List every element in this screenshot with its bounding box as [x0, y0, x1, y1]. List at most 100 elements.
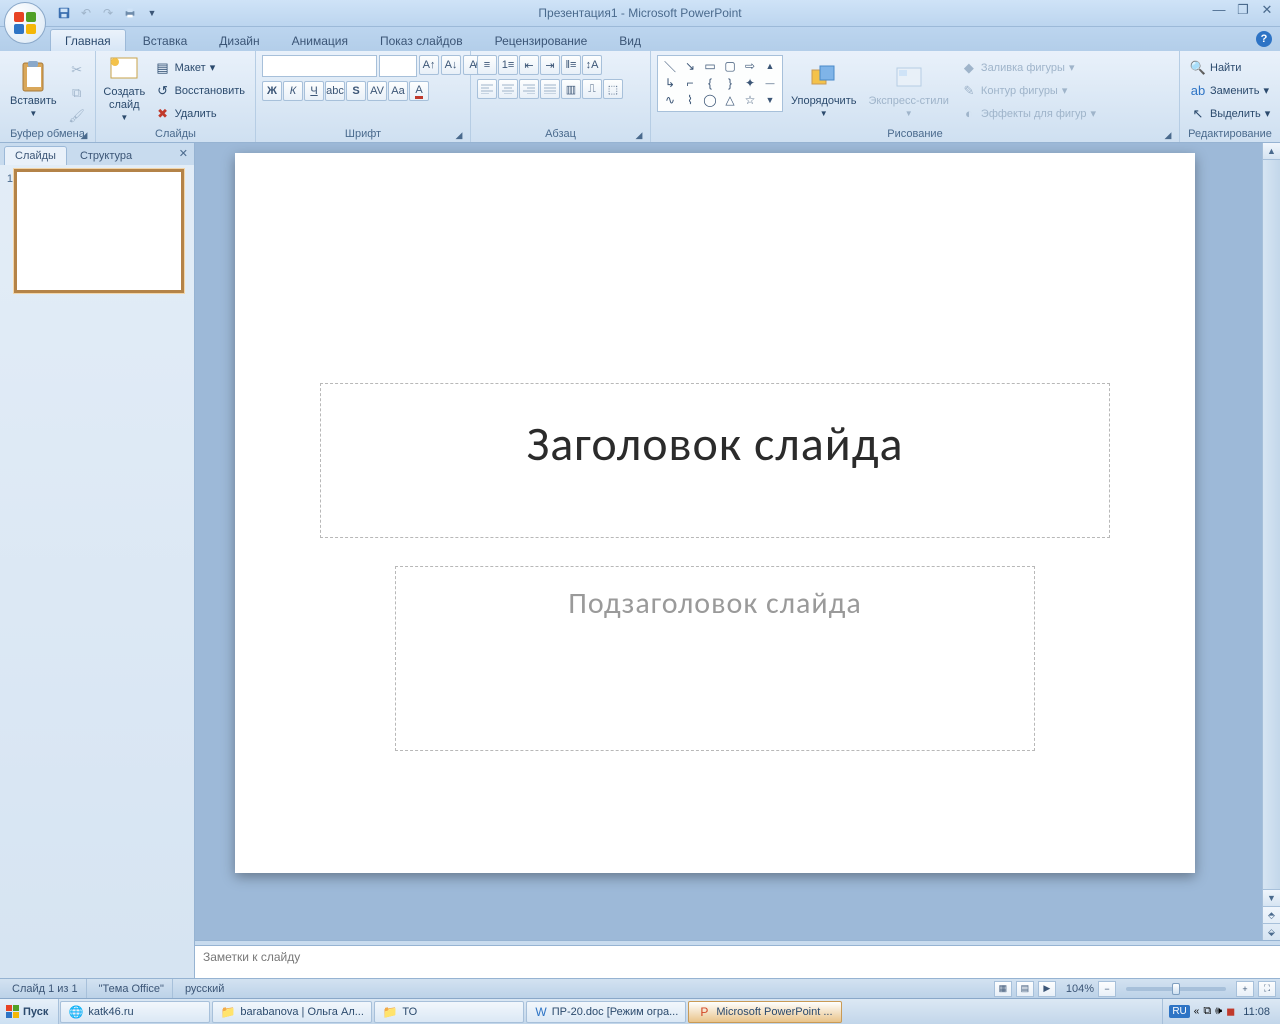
panel-tab-outline[interactable]: Структура: [69, 146, 143, 165]
smartart-button[interactable]: ⬚: [603, 79, 623, 99]
notes-pane[interactable]: Заметки к слайду: [195, 946, 1280, 978]
tab-insert[interactable]: Вставка: [128, 29, 203, 51]
tab-review[interactable]: Рецензирование: [480, 29, 603, 51]
tray-language[interactable]: RU: [1169, 1005, 1189, 1018]
strike-button[interactable]: abc: [325, 81, 345, 101]
align-text-button[interactable]: ⎍: [582, 79, 602, 99]
align-center-button[interactable]: [498, 79, 518, 99]
quick-print-icon[interactable]: [121, 4, 139, 22]
arrange-button[interactable]: Упорядочить ▼: [787, 55, 860, 123]
bullets-button[interactable]: ≡: [477, 55, 497, 75]
layout-button[interactable]: ▤Макет ▾: [151, 57, 249, 78]
shape-outline-button[interactable]: ✎Контур фигуры ▾: [957, 80, 1100, 101]
status-language[interactable]: русский: [177, 979, 232, 998]
next-slide-icon[interactable]: ⬙: [1263, 924, 1280, 940]
shrink-font-button[interactable]: A↓: [441, 55, 461, 75]
help-icon[interactable]: ?: [1256, 31, 1272, 47]
shape-effects-button[interactable]: ◐Эффекты для фигур ▾: [957, 103, 1100, 124]
zoom-in-button[interactable]: +: [1236, 981, 1254, 997]
find-button[interactable]: 🔍Найти: [1186, 57, 1274, 78]
slideshow-view-button[interactable]: ▶: [1038, 981, 1056, 997]
font-size-combo[interactable]: [379, 55, 417, 77]
scroll-up-icon[interactable]: ▲: [1263, 143, 1280, 160]
scroll-down-icon[interactable]: ▼: [1263, 889, 1280, 906]
status-slide-info[interactable]: Слайд 1 из 1: [4, 979, 87, 998]
underline-button[interactable]: Ч: [304, 81, 324, 101]
taskbar-item-folder1[interactable]: 📁barabanova | Ольга Ал...: [212, 1001, 372, 1023]
prev-slide-icon[interactable]: ⬘: [1263, 907, 1280, 924]
paste-button[interactable]: Вставить ▼: [6, 55, 61, 123]
title-placeholder[interactable]: Заголовок слайда: [320, 383, 1110, 538]
shadow-button[interactable]: S: [346, 81, 366, 101]
tray-clock[interactable]: 11:08: [1239, 1006, 1274, 1018]
tab-home[interactable]: Главная: [50, 29, 126, 51]
new-slide-button[interactable]: Создать слайд ▼: [102, 55, 147, 123]
tray-sound-icon[interactable]: 🕪: [1215, 1005, 1222, 1018]
line-spacing-button[interactable]: ‖≡: [561, 55, 581, 75]
font-color-button[interactable]: A: [409, 81, 429, 101]
taskbar-item-word[interactable]: WПР-20.doc [Режим огра...: [526, 1001, 686, 1023]
format-painter-button[interactable]: 🖌: [65, 105, 89, 126]
tray-expand-icon[interactable]: «: [1194, 1006, 1200, 1017]
copy-button[interactable]: ⧉: [65, 82, 89, 103]
minimize-button[interactable]: —: [1210, 2, 1228, 18]
redo-icon[interactable]: ↷: [99, 4, 117, 22]
reset-button[interactable]: ↺Восстановить: [151, 80, 249, 101]
numbering-button[interactable]: 1≡: [498, 55, 518, 75]
panel-tab-slides[interactable]: Слайды: [4, 146, 67, 165]
align-left-button[interactable]: [477, 79, 497, 99]
char-spacing-button[interactable]: AV: [367, 81, 387, 101]
select-button[interactable]: ↖Выделить ▾: [1186, 103, 1274, 124]
italic-button[interactable]: К: [283, 81, 303, 101]
shape-fill-button[interactable]: ◆Заливка фигуры ▾: [957, 57, 1100, 78]
slide-canvas[interactable]: Заголовок слайда Подзаголовок слайда: [235, 153, 1195, 873]
shapes-gallery[interactable]: ＼ ↘ ▭ ▢ ⇨ ▲ ↳ ⌐ { } ✦ — ∿ ⌇ ◯ △ ☆ ▼: [657, 55, 783, 112]
change-case-button[interactable]: Aa: [388, 81, 408, 101]
panel-close-icon[interactable]: ✕: [179, 147, 188, 160]
qat-more-icon[interactable]: ▼: [143, 4, 161, 22]
decrease-indent-button[interactable]: ⇤: [519, 55, 539, 75]
grow-font-button[interactable]: A↑: [419, 55, 439, 75]
align-right-button[interactable]: [519, 79, 539, 99]
start-button[interactable]: Пуск: [0, 999, 59, 1024]
slide-thumbnail-1[interactable]: [16, 171, 182, 291]
tab-slideshow[interactable]: Показ слайдов: [365, 29, 478, 51]
zoom-level[interactable]: 104%: [1066, 983, 1094, 995]
justify-button[interactable]: [540, 79, 560, 99]
paragraph-launcher[interactable]: ◢: [632, 128, 646, 142]
fit-window-button[interactable]: ⛶: [1258, 981, 1276, 997]
font-launcher[interactable]: ◢: [452, 128, 466, 142]
subtitle-placeholder[interactable]: Подзаголовок слайда: [395, 566, 1035, 751]
drawing-launcher[interactable]: ◢: [1161, 128, 1175, 142]
undo-icon[interactable]: ↶: [77, 4, 95, 22]
quick-styles-button[interactable]: Экспресс-стили ▼: [864, 55, 952, 123]
replace-button[interactable]: abЗаменить ▾: [1186, 80, 1274, 101]
vertical-scrollbar[interactable]: ▲ ▼ ⬘ ⬙: [1262, 143, 1280, 940]
save-icon[interactable]: [55, 4, 73, 22]
status-theme[interactable]: "Тема Office": [91, 979, 173, 998]
bold-button[interactable]: Ж: [262, 81, 282, 101]
taskbar-item-browser[interactable]: 🌐katk46.ru: [60, 1001, 210, 1023]
normal-view-button[interactable]: ▦: [994, 981, 1012, 997]
taskbar-item-folder2[interactable]: 📁ТО: [374, 1001, 524, 1023]
text-direction-button[interactable]: ↕A: [582, 55, 602, 75]
cut-button[interactable]: ✂: [65, 59, 89, 80]
zoom-slider[interactable]: [1126, 987, 1226, 991]
tab-view[interactable]: Вид: [604, 29, 656, 51]
columns-button[interactable]: ▥: [561, 79, 581, 99]
slide-editor[interactable]: Заголовок слайда Подзаголовок слайда ▲ ▼…: [195, 143, 1280, 940]
office-button[interactable]: [4, 2, 46, 44]
tray-app-icon[interactable]: ◼: [1226, 1005, 1235, 1018]
sorter-view-button[interactable]: ▤: [1016, 981, 1034, 997]
taskbar-item-powerpoint[interactable]: PMicrosoft PowerPoint ...: [688, 1001, 841, 1023]
restore-button[interactable]: ❐: [1234, 2, 1252, 18]
delete-slide-button[interactable]: ✖Удалить: [151, 103, 249, 124]
tab-design[interactable]: Дизайн: [204, 29, 274, 51]
tab-animations[interactable]: Анимация: [277, 29, 363, 51]
tray-network-icon[interactable]: ⧉: [1203, 1005, 1211, 1018]
zoom-out-button[interactable]: −: [1098, 981, 1116, 997]
clipboard-launcher[interactable]: ◢: [77, 128, 91, 142]
increase-indent-button[interactable]: ⇥: [540, 55, 560, 75]
font-family-combo[interactable]: [262, 55, 377, 77]
close-button[interactable]: ✕: [1258, 2, 1276, 18]
